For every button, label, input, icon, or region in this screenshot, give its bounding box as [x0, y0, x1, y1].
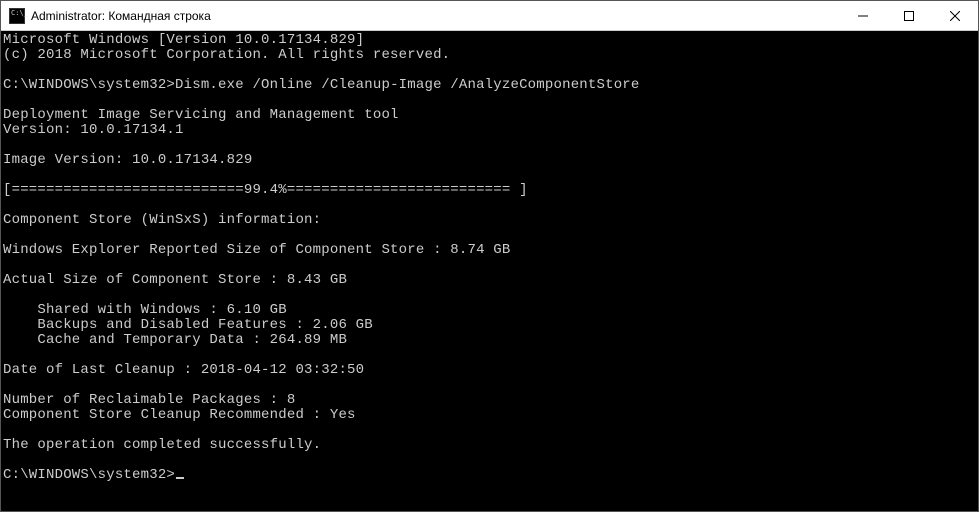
window-title: Administrator: Командная строка [31, 9, 840, 23]
component-store-header: Component Store (WinSxS) information: [3, 212, 321, 228]
cleanup-recommended: Component Store Cleanup Recommended : Ye… [3, 407, 356, 423]
image-version-line: Image Version: 10.0.17134.829 [3, 152, 252, 168]
last-cleanup: Date of Last Cleanup : 2018-04-12 03:32:… [3, 362, 364, 378]
cursor [176, 477, 184, 479]
reclaimable-packages: Number of Reclaimable Packages : 8 [3, 392, 295, 408]
shared-with-windows: Shared with Windows : 6.10 GB [3, 302, 287, 318]
dism-tool-line: Deployment Image Servicing and Managemen… [3, 107, 399, 123]
close-button[interactable] [932, 1, 978, 30]
titlebar[interactable]: Administrator: Командная строка [1, 1, 978, 31]
prompt: C:\WINDOWS\system32> [3, 77, 175, 93]
os-version-line: Microsoft Windows [Version 10.0.17134.82… [3, 32, 364, 48]
prompt: C:\WINDOWS\system32> [3, 467, 175, 483]
operation-completed: The operation completed successfully. [3, 437, 321, 453]
cache-temp: Cache and Temporary Data : 264.89 MB [3, 332, 347, 348]
cmd-icon [9, 8, 25, 24]
explorer-reported-size: Windows Explorer Reported Size of Compon… [3, 242, 510, 258]
dism-version-line: Version: 10.0.17134.1 [3, 122, 184, 138]
progress-bar: [===========================99.4%=======… [3, 182, 528, 198]
minimize-button[interactable] [840, 1, 886, 30]
backups-disabled: Backups and Disabled Features : 2.06 GB [3, 317, 373, 333]
actual-size: Actual Size of Component Store : 8.43 GB [3, 272, 347, 288]
window-controls [840, 1, 978, 30]
command-dism: Dism.exe /Online /Cleanup-Image /Analyze… [175, 77, 639, 93]
terminal-output[interactable]: Microsoft Windows [Version 10.0.17134.82… [1, 31, 978, 511]
maximize-button[interactable] [886, 1, 932, 30]
copyright-line: (c) 2018 Microsoft Corporation. All righ… [3, 47, 450, 63]
